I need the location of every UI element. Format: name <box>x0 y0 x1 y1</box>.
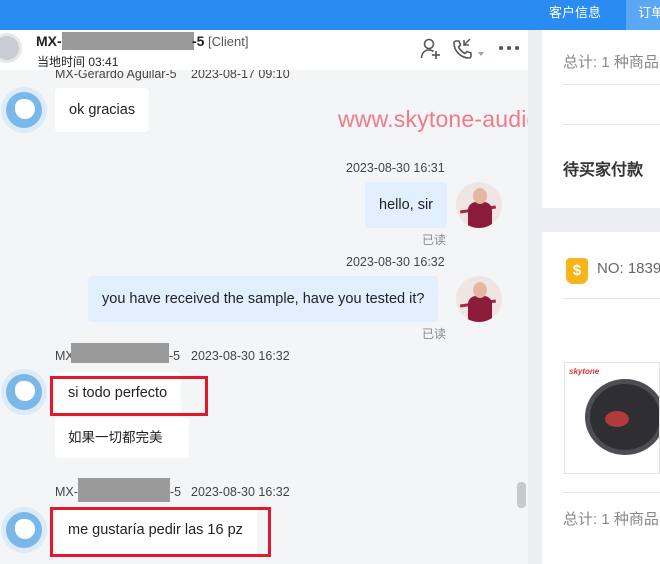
message-time: 2023-08-17 09:10 <box>191 70 290 81</box>
tab-customer-info[interactable]: 客户信息 <box>549 0 601 30</box>
read-status: 已读 <box>422 233 447 247</box>
more-icon[interactable] <box>498 38 520 61</box>
top-bar: 客户信息 订单 <box>0 0 660 30</box>
message-bubble-outgoing: hello, sir <box>365 182 447 228</box>
agent-avatar <box>456 276 502 322</box>
product-image[interactable]: skytone <box>564 362 660 474</box>
message-time: 2023-08-30 16:31 <box>346 161 445 175</box>
add-contact-icon[interactable] <box>420 38 442 65</box>
message-time: 2023-08-30 16:32 <box>346 255 445 269</box>
message-sender-suffix: -5 <box>169 349 181 363</box>
chat-scrollbar[interactable] <box>517 482 526 508</box>
chat-header: MX- -5 [Client] 当地时间 03:41 <box>0 30 528 70</box>
message-sender-suffix: -5 <box>170 485 182 499</box>
message-sender: MX-Gerardo Aguilar-5 <box>55 70 177 81</box>
redacted-name-block <box>62 32 194 50</box>
translation-bubble: 如果一切都完美 <box>55 418 189 458</box>
message-bubble-incoming: ok gracias <box>55 88 150 132</box>
chat-message-list[interactable]: MX-Gerardo Aguilar-5 2023-08-17 09:10 ok… <box>0 70 528 564</box>
divider <box>563 492 660 493</box>
order-panel: 总计: 1 种商品 待买家付款 $ NO: 1839 skytone 总计: 1… <box>528 30 660 564</box>
redacted-name-block <box>78 478 170 502</box>
contact-role: [Client] <box>208 34 249 49</box>
redacted-name-block <box>71 343 169 363</box>
highlight-box <box>50 507 271 557</box>
order-detail-card: $ NO: 1839 skytone 总计: 1 种商品 <box>542 232 660 564</box>
message-time: 2023-08-30 16:32 <box>191 349 290 363</box>
message-time: 2023-08-30 16:32 <box>191 485 290 499</box>
contact-name-suffix: -5 <box>192 33 205 49</box>
contact-avatar-icon <box>1 507 47 553</box>
divider <box>563 298 660 299</box>
contact-avatar-icon <box>1 369 47 415</box>
order-summary-card: 总计: 1 种商品 待买家付款 <box>542 30 660 208</box>
order-status: 待买家付款 <box>563 162 644 179</box>
divider <box>563 124 660 125</box>
divider <box>563 84 660 85</box>
coin-icon: $ <box>566 258 588 284</box>
phone-icon[interactable] <box>452 38 484 65</box>
local-time: 当地时间 03:41 <box>37 55 119 69</box>
highlight-box <box>50 376 208 416</box>
read-status: 已读 <box>422 327 447 341</box>
order-total: 总计: 1 种商品 <box>563 511 659 528</box>
tab-order[interactable]: 订单 <box>626 0 660 30</box>
message-bubble-outgoing: you have received the sample, have you t… <box>88 276 439 322</box>
contact-avatar-icon <box>1 87 47 133</box>
product-logo: skytone <box>569 367 600 376</box>
agent-avatar <box>456 182 502 228</box>
order-total: 总计: 1 种商品 <box>563 54 659 71</box>
message-sender-prefix: MX- <box>55 485 78 499</box>
contact-avatar[interactable] <box>0 33 22 63</box>
contact-name-prefix: MX- <box>36 33 62 49</box>
order-number[interactable]: NO: 1839 <box>597 260 660 277</box>
